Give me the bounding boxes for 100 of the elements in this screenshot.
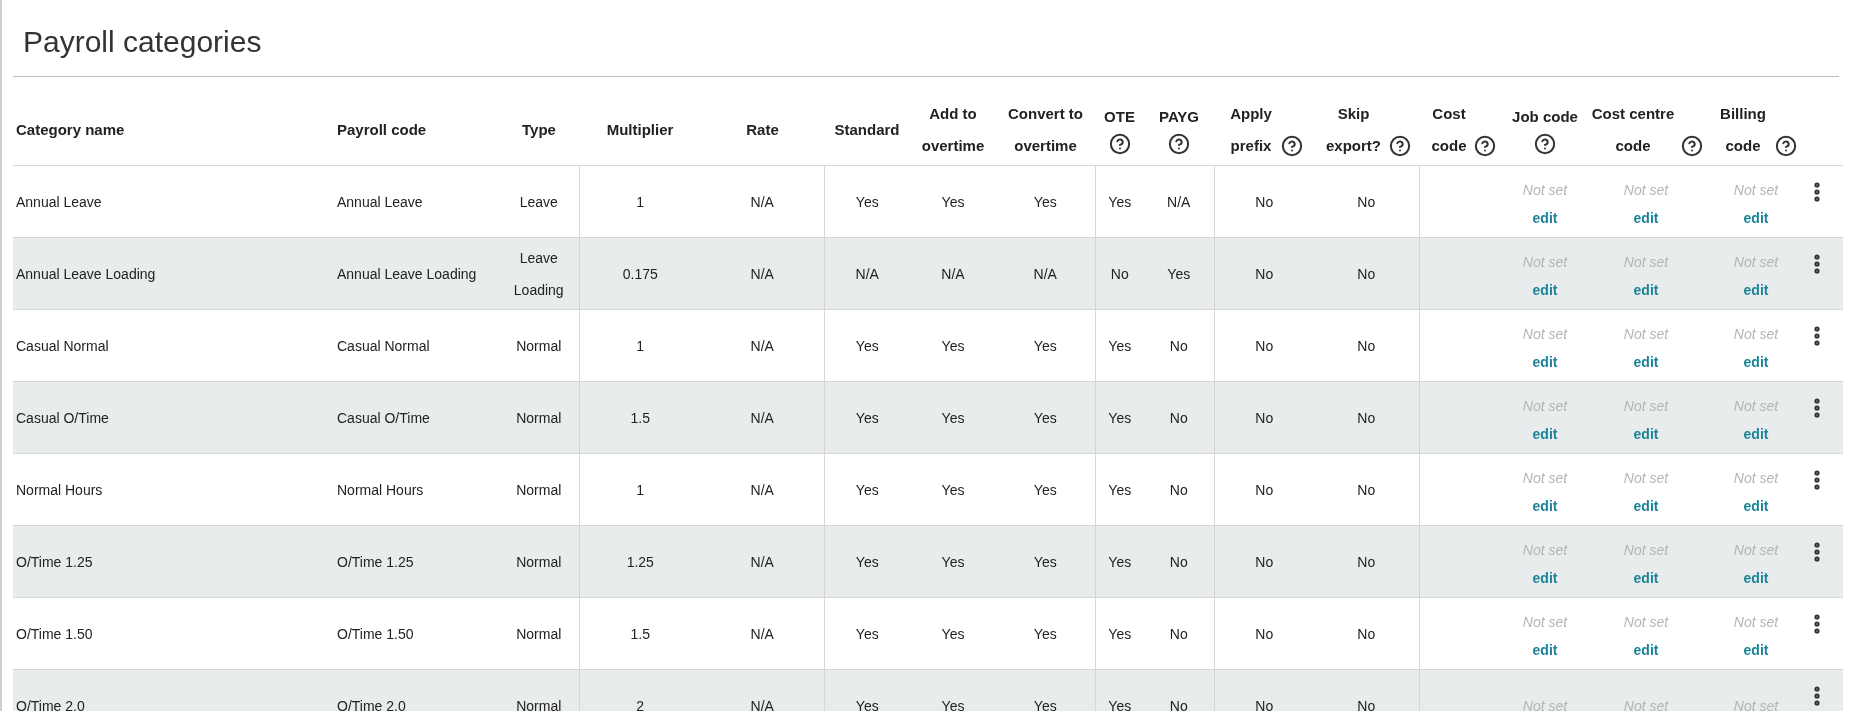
table-cell: Yes — [1108, 481, 1132, 498]
code-value: Not set — [1733, 324, 1779, 344]
table-cell: Yes — [1167, 265, 1191, 282]
table-cell: No — [1169, 481, 1188, 498]
code-value: Not set — [1733, 468, 1779, 488]
edit-link[interactable]: edit — [1532, 421, 1558, 446]
help-icon[interactable] — [1534, 132, 1556, 155]
table-cell: Normal — [516, 697, 562, 711]
table-cell: N/A — [750, 625, 774, 642]
edit-link[interactable]: edit — [1633, 493, 1659, 518]
edit-link[interactable]: edit — [1743, 421, 1769, 446]
edit-link[interactable]: edit — [1633, 349, 1659, 374]
edit-link[interactable]: edit — [1633, 637, 1659, 662]
table-cell: Leave — [519, 193, 558, 210]
column-header: Job code — [1512, 106, 1578, 127]
code-value: Not set — [1522, 180, 1568, 200]
code-value: Not set — [1733, 180, 1779, 200]
edit-link[interactable]: edit — [1532, 349, 1558, 374]
table-cell: Annual Leave Loading — [16, 265, 156, 282]
edit-link[interactable]: edit — [1633, 205, 1659, 230]
table-cell: 1.5 — [630, 409, 650, 426]
edit-link[interactable]: edit — [1743, 493, 1769, 518]
table-cell: No — [1357, 337, 1376, 354]
edit-link[interactable]: edit — [1633, 277, 1659, 302]
edit-link[interactable]: edit — [1633, 421, 1659, 446]
help-icon[interactable] — [1388, 135, 1411, 157]
edit-link[interactable]: edit — [1743, 637, 1769, 662]
table-cell: No — [1255, 409, 1274, 426]
table-cell: No — [1255, 193, 1274, 210]
help-icon[interactable] — [1774, 135, 1797, 157]
column-header: Convert to overtime — [1007, 104, 1084, 156]
column-header: Multiplier — [606, 120, 674, 140]
table-cell: Yes — [1108, 553, 1132, 570]
table-cell: No — [1357, 265, 1376, 282]
table-cell: Normal — [516, 337, 562, 354]
column-header: Standard — [834, 120, 900, 140]
table-cell: N/A — [750, 193, 774, 210]
edit-link[interactable]: edit — [1743, 565, 1769, 590]
help-icon[interactable] — [1168, 132, 1190, 155]
edit-link[interactable]: edit — [1532, 277, 1558, 302]
table-cell: No — [1169, 697, 1188, 711]
table-cell: 1 — [636, 481, 645, 498]
table-cell: 2 — [636, 697, 645, 711]
code-value: Not set — [1623, 468, 1669, 488]
table-cell: No — [1357, 481, 1376, 498]
table-cell: Yes — [941, 553, 965, 570]
code-value: Not set — [1522, 468, 1568, 488]
edit-link[interactable]: edit — [1532, 493, 1558, 518]
table-cell: N/A — [750, 481, 774, 498]
code-value: Not set — [1733, 612, 1779, 632]
table-cell: Yes — [855, 409, 879, 426]
edit-link[interactable]: edit — [1532, 565, 1558, 590]
help-icon[interactable] — [1281, 135, 1303, 157]
table-cell: Yes — [941, 481, 965, 498]
column-header: Apply prefix — [1229, 104, 1273, 156]
table-cell: N/A — [1167, 193, 1191, 210]
table-cell: Yes — [1108, 193, 1132, 210]
edit-link[interactable]: edit — [1633, 565, 1659, 590]
edit-link[interactable]: edit — [1532, 637, 1558, 662]
table-cell: 1.5 — [630, 625, 650, 642]
column-header: Type — [522, 120, 556, 140]
table-cell: Yes — [1033, 625, 1057, 642]
table-cell: O/Time 1.25 — [16, 553, 93, 570]
table-cell: Yes — [1033, 337, 1057, 354]
page-title: Payroll categories — [23, 24, 263, 60]
table-cell: N/A — [855, 265, 879, 282]
edit-link[interactable]: edit — [1743, 277, 1769, 302]
table-cell: No — [1169, 409, 1188, 426]
table-cell: No — [1255, 265, 1274, 282]
table-cell: Normal Hours — [16, 481, 103, 498]
table-cell: Yes — [1108, 337, 1132, 354]
table-cell: Annual Leave — [337, 193, 423, 210]
table-cell: Yes — [1033, 697, 1057, 711]
table-cell: No — [1169, 553, 1188, 570]
table-cell: Yes — [1108, 625, 1132, 642]
table-cell: O/Time 2.0 — [16, 697, 85, 711]
table-cell: N/A — [941, 265, 965, 282]
table-cell: No — [1357, 193, 1376, 210]
table-cell: No — [1357, 625, 1376, 642]
help-icon[interactable] — [1108, 132, 1131, 155]
table-cell: Yes — [941, 193, 965, 210]
edit-link[interactable]: edit — [1743, 349, 1769, 374]
table-cell: Yes — [1033, 481, 1057, 498]
table-cell: No — [1357, 409, 1376, 426]
help-icon[interactable] — [1681, 135, 1703, 157]
table-cell: Normal — [516, 553, 562, 570]
edit-link[interactable]: edit — [1532, 205, 1558, 230]
table-cell: 1 — [636, 193, 645, 210]
table-cell: Yes — [1033, 409, 1057, 426]
column-header: Billing code — [1719, 104, 1767, 156]
table-cell: 1 — [636, 337, 645, 354]
table-cell: O/Time 1.25 — [337, 553, 414, 570]
table-cell: Yes — [941, 697, 965, 711]
table-cell: No — [1255, 697, 1274, 711]
table-cell: Annual Leave — [16, 193, 102, 210]
help-icon[interactable] — [1474, 135, 1496, 157]
table-cell: 1.25 — [626, 553, 654, 570]
table-cell: Normal — [516, 409, 562, 426]
edit-link[interactable]: edit — [1743, 205, 1769, 230]
table-cell: Yes — [941, 337, 965, 354]
